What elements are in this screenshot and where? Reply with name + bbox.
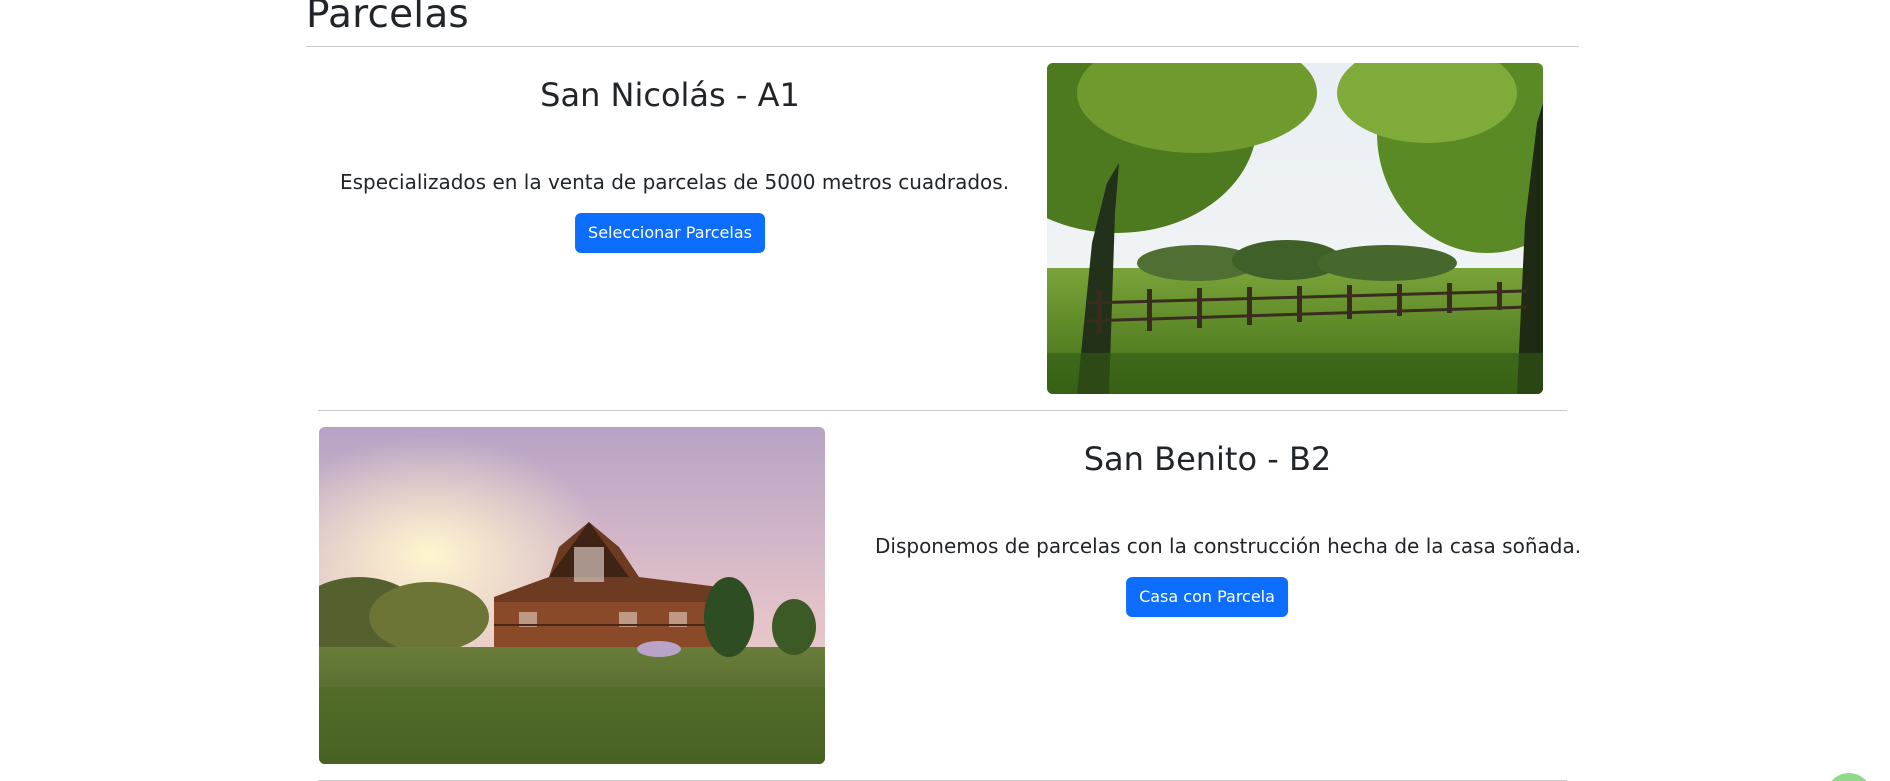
listing-title: San Nicolás - A1	[540, 76, 800, 114]
listing-san-benito: San Benito - B2 Disponemos de parcelas c…	[875, 439, 1581, 617]
listing-divider	[318, 410, 1567, 411]
page: Parcelas San Nicolás - A1 Especializados…	[0, 0, 1890, 781]
listing-title: San Benito - B2	[1083, 440, 1332, 478]
page-title: Parcelas	[306, 0, 469, 37]
listing-description: Especializados en la venta de parcelas d…	[340, 170, 1010, 194]
field-trees-illustration	[1047, 63, 1543, 394]
floating-action-button[interactable]	[1826, 773, 1872, 781]
select-parcels-button[interactable]: Seleccionar Parcelas	[575, 213, 765, 253]
listing-image-field	[1047, 63, 1543, 394]
listing-image-house	[319, 427, 825, 764]
house-with-parcel-button[interactable]: Casa con Parcela	[1126, 577, 1288, 617]
log-house-illustration	[319, 427, 825, 764]
listing-description: Disponemos de parcelas con la construcci…	[875, 534, 1582, 558]
title-divider	[306, 46, 1579, 47]
listing-san-nicolas: San Nicolás - A1 Especializados en la ve…	[340, 75, 1009, 253]
